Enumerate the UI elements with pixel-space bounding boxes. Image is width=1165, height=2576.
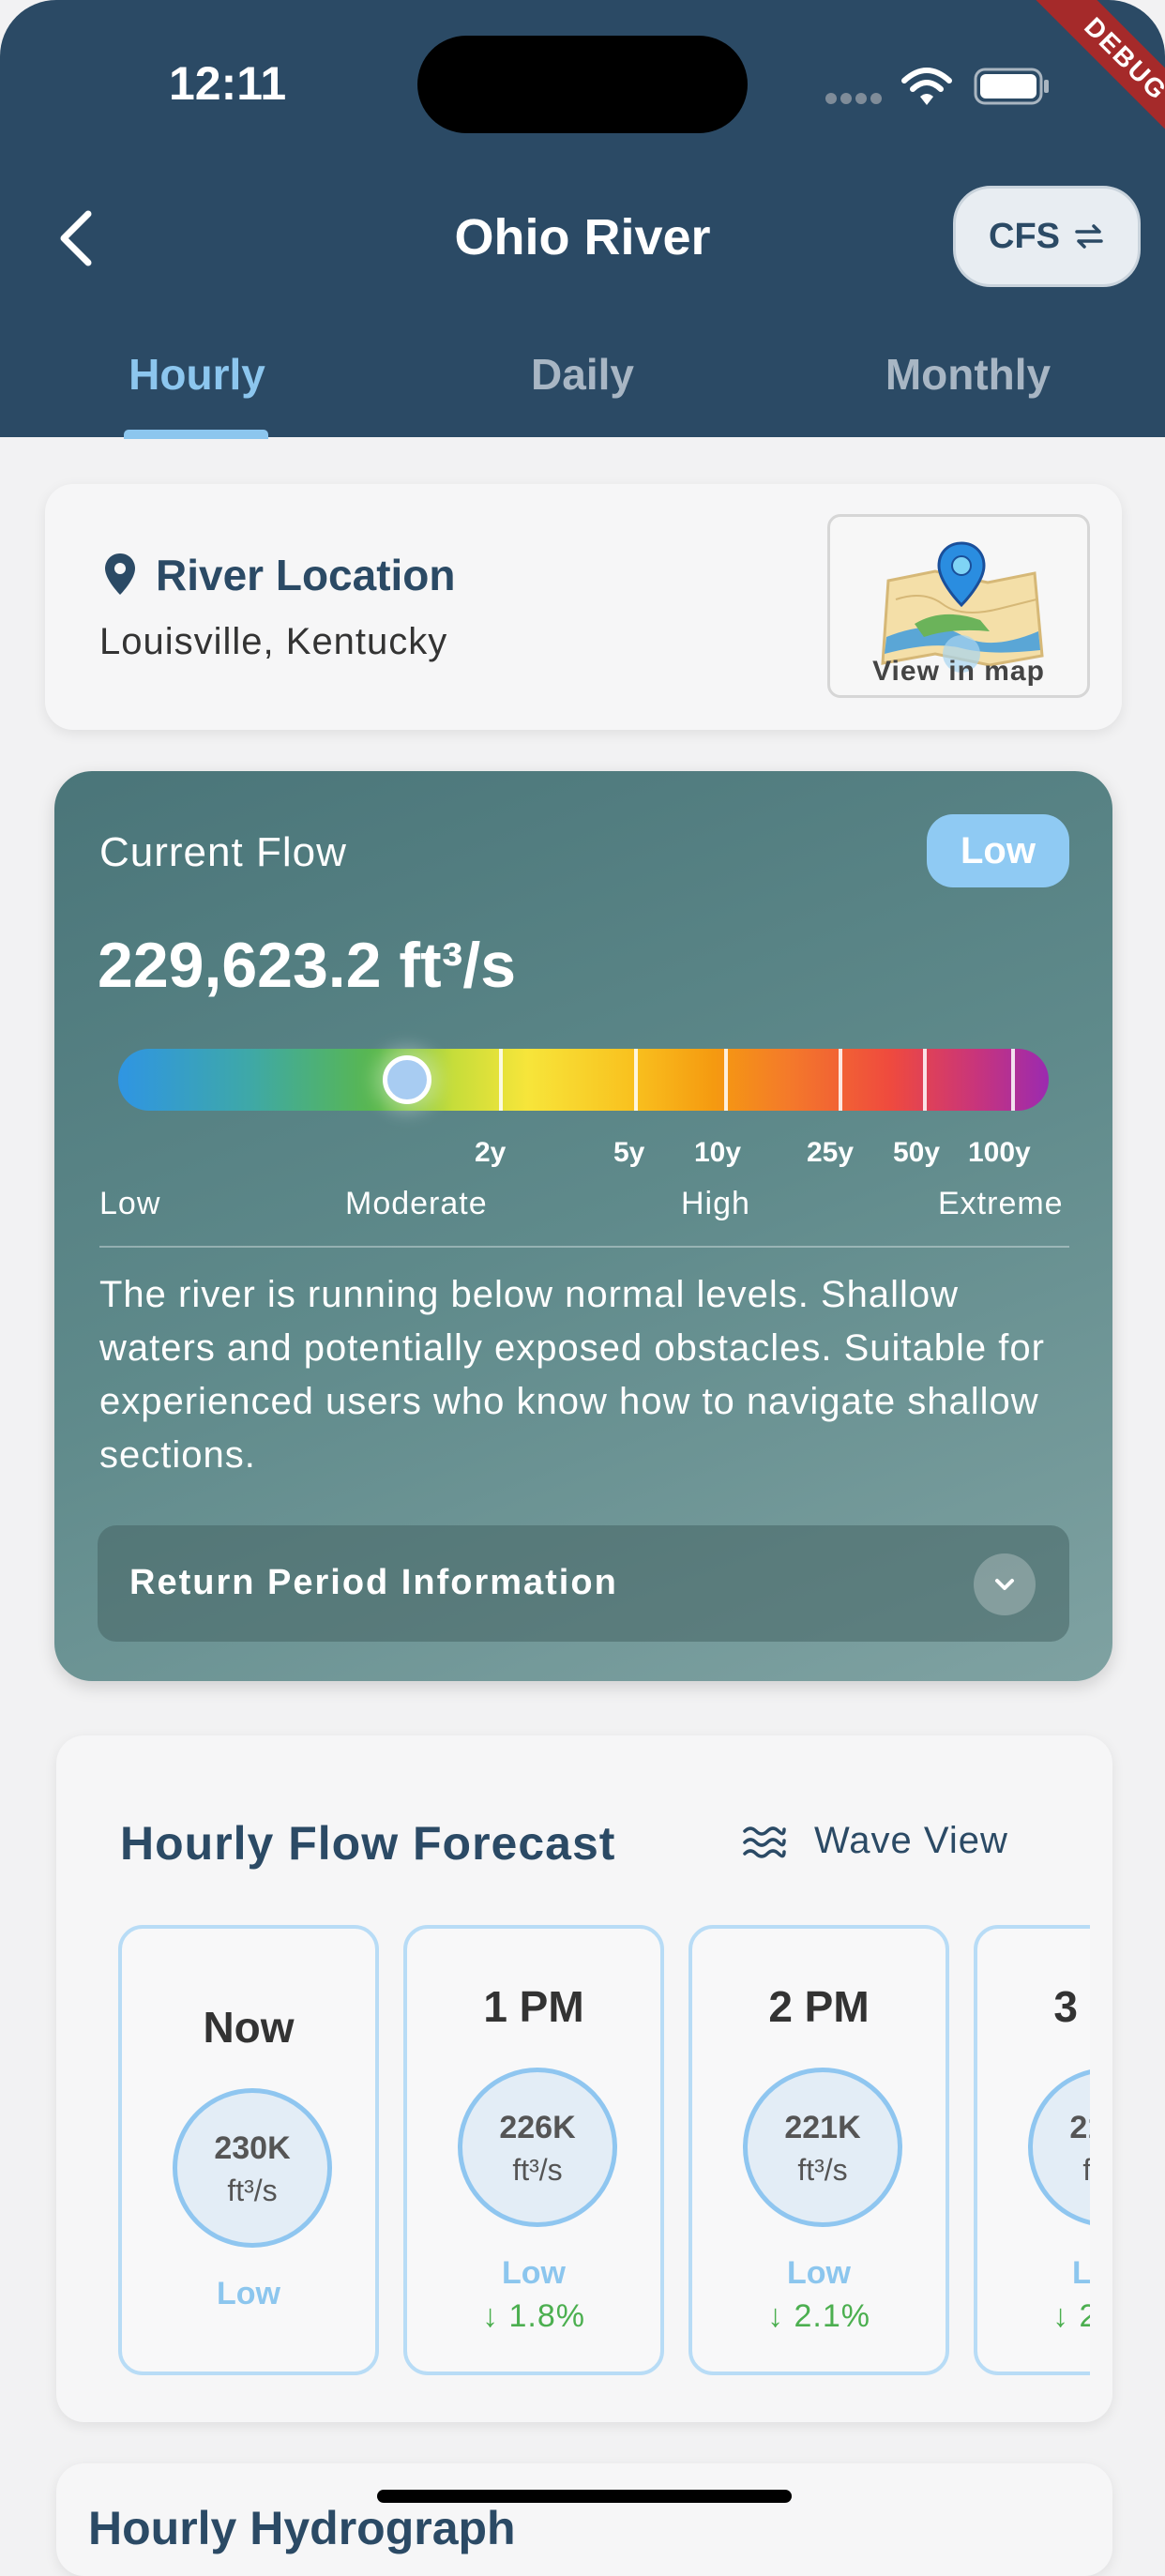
tick-label-100y: 100y xyxy=(968,1137,1031,1168)
hour-flow-unit: ft³/s xyxy=(797,2153,848,2187)
return-period-marker xyxy=(724,1049,728,1111)
hour-flow-value: 221K xyxy=(784,2110,861,2145)
hour-flow-value: 226K xyxy=(499,2110,576,2145)
range-label-high: High xyxy=(681,1186,750,1221)
hourly-forecast-list[interactable]: Now 230K ft³/s Low 1 PM 226K ft³/s Low ↓… xyxy=(118,1925,1090,2394)
hour-change: ↓ 1.8% xyxy=(482,2298,585,2334)
tab-monthly[interactable]: Monthly xyxy=(790,349,1146,400)
current-flow-card: Current Flow Low 229,623.2 ft³/s 2y 5y 1… xyxy=(54,771,1112,1681)
hydrograph-title: Hourly Hydrograph xyxy=(88,2502,516,2554)
return-period-marker xyxy=(1011,1049,1015,1111)
tick-label-5y: 5y xyxy=(613,1137,645,1168)
home-indicator[interactable] xyxy=(377,2490,792,2503)
hour-label: Now xyxy=(203,2003,295,2052)
forecast-hour-card[interactable]: Now 230K ft³/s Low xyxy=(118,1925,379,2375)
hour-flow-value: 230K xyxy=(214,2130,291,2166)
hour-label: 2 PM xyxy=(768,1982,870,2031)
hour-change: ↓ 2.0% xyxy=(1052,2298,1090,2334)
hour-status: Low xyxy=(502,2255,566,2291)
unit-toggle-button[interactable]: CFS xyxy=(953,186,1141,287)
view-in-map-button[interactable]: View in map xyxy=(827,514,1090,698)
location-name: Louisville, Kentucky xyxy=(99,621,448,662)
forecast-hour-card[interactable]: 3 PM 217K ft³/s Low ↓ 2.0% xyxy=(974,1925,1090,2375)
flow-circle: 226K ft³/s xyxy=(458,2068,617,2227)
wave-view-toggle[interactable]: Wave View xyxy=(814,1820,1008,1862)
flow-circle: 221K ft³/s xyxy=(743,2068,902,2227)
status-time: 12:11 xyxy=(169,57,287,110)
forecast-title: Hourly Flow Forecast xyxy=(120,1817,616,1870)
return-period-marker xyxy=(499,1049,503,1111)
wifi-icon xyxy=(901,68,952,105)
flow-severity-scale xyxy=(118,1049,1049,1111)
flow-description: The river is running below normal levels… xyxy=(99,1274,1045,1476)
return-period-marker xyxy=(923,1049,927,1111)
hydrograph-card: Hourly Hydrograph xyxy=(56,2463,1112,2576)
active-tab-indicator xyxy=(124,430,268,439)
hour-change: ↓ 2.1% xyxy=(767,2298,870,2334)
hour-flow-unit: ft³/s xyxy=(1082,2153,1090,2187)
unit-toggle-label: CFS xyxy=(989,216,1060,256)
flow-circle: 230K ft³/s xyxy=(173,2088,332,2248)
divider xyxy=(99,1246,1069,1248)
dynamic-island xyxy=(417,36,748,133)
hour-flow-unit: ft³/s xyxy=(227,2174,278,2207)
flow-status-badge: Low xyxy=(927,814,1069,887)
tab-hourly[interactable]: Hourly xyxy=(19,349,375,400)
swap-arrows-icon xyxy=(1075,224,1103,249)
location-pin-icon xyxy=(105,553,135,595)
location-card: River Location Louisville, Kentucky View… xyxy=(45,484,1122,730)
hour-label: 1 PM xyxy=(483,1982,584,2031)
hour-label: 3 PM xyxy=(1053,1982,1090,2031)
return-period-label: Return Period Information xyxy=(129,1563,618,1602)
signal-dots-icon xyxy=(825,92,885,104)
hour-flow-value: 217K xyxy=(1069,2110,1090,2145)
tick-label-50y: 50y xyxy=(893,1137,941,1168)
tick-label-10y: 10y xyxy=(694,1137,742,1168)
flow-circle: 217K ft³/s xyxy=(1028,2068,1090,2227)
forecast-hour-card[interactable]: 1 PM 226K ft³/s Low ↓ 1.8% xyxy=(403,1925,664,2375)
range-label-low: Low xyxy=(99,1186,161,1221)
range-label-moderate: Moderate xyxy=(345,1186,488,1221)
app-header: 12:11 DEBUG Ohio River CFS Hourly Daily … xyxy=(0,0,1165,439)
hour-flow-unit: ft³/s xyxy=(512,2153,563,2187)
return-period-expander[interactable]: Return Period Information xyxy=(98,1525,1069,1642)
current-flow-label: Current Flow xyxy=(99,829,347,875)
tab-daily[interactable]: Daily xyxy=(404,349,761,400)
return-period-marker xyxy=(634,1049,638,1111)
expand-button[interactable] xyxy=(974,1553,1036,1615)
view-in-map-label: View in map xyxy=(872,656,1045,687)
hour-status: Low xyxy=(217,2276,280,2311)
hour-status: Low xyxy=(1072,2255,1090,2291)
range-label-extreme: Extreme xyxy=(938,1186,1064,1221)
hourly-forecast-card: Hourly Flow Forecast Wave View Now 230K … xyxy=(56,1735,1112,2422)
waves-icon[interactable] xyxy=(741,1824,786,1863)
return-period-marker xyxy=(839,1049,842,1111)
current-flow-value: 229,623.2 ft³/s xyxy=(98,930,517,1001)
tick-label-25y: 25y xyxy=(807,1137,855,1168)
forecast-hour-card[interactable]: 2 PM 221K ft³/s Low ↓ 2.1% xyxy=(688,1925,949,2375)
location-title: River Location xyxy=(156,551,456,599)
tick-label-2y: 2y xyxy=(475,1137,507,1168)
battery-icon xyxy=(974,68,1049,105)
hour-status: Low xyxy=(787,2255,851,2291)
current-flow-indicator xyxy=(383,1055,431,1104)
chevron-down-icon xyxy=(995,1579,1014,1590)
